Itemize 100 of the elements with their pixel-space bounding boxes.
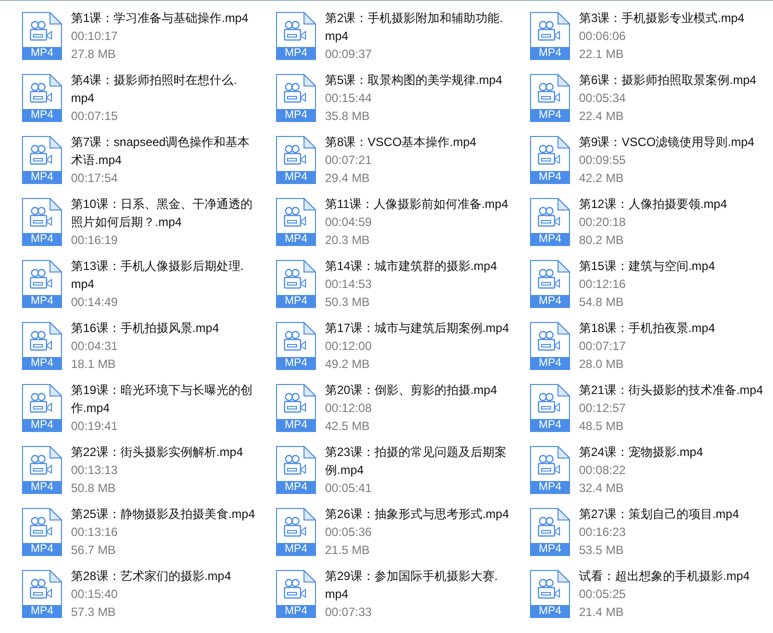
- file-size: 80.2 MB: [579, 232, 624, 249]
- file-name[interactable]: 第4课：摄影师拍照时在想什么. mp4: [71, 71, 238, 107]
- file-name[interactable]: 第25课：静物摄影及拍摄美食.mp4: [71, 505, 256, 523]
- video-file-icon[interactable]: [22, 508, 62, 543]
- file-type-label: MP4: [530, 605, 570, 618]
- file-type-label: MP4: [276, 357, 316, 370]
- file-name[interactable]: 第19课：暗光环境下与长曝光的创 作.mp4: [71, 381, 252, 417]
- file-name[interactable]: 第11课：人像摄影前如何准备.mp4: [325, 195, 508, 213]
- file-type-label: MP4: [22, 481, 62, 494]
- file-name[interactable]: 第7课：snapseed调色操作和基本 术语.mp4: [71, 133, 250, 169]
- file-name[interactable]: 第26课：抽象形式与思考形式.mp4: [325, 505, 510, 523]
- file-name[interactable]: 第8课：VSCO基本操作.mp4: [325, 133, 476, 151]
- file-type-label: MP4: [530, 47, 570, 60]
- video-file-icon[interactable]: [530, 570, 570, 605]
- video-duration: 00:12:57: [579, 400, 626, 417]
- file-size: 29.4 MB: [325, 170, 370, 187]
- file-name[interactable]: 第1课：学习准备与基础操作.mp4: [71, 9, 248, 27]
- video-file-icon[interactable]: [530, 322, 570, 357]
- file-name[interactable]: 第20课：倒影、剪影的拍摄.mp4: [325, 381, 498, 399]
- video-duration: 00:14:49: [71, 294, 118, 311]
- file-name[interactable]: 第21课：街头摄影的技术准备.mp4: [579, 381, 764, 399]
- video-file-icon[interactable]: [530, 260, 570, 295]
- file-name[interactable]: 第29课：参加国际手机摄影大赛. mp4: [325, 567, 498, 603]
- file-name[interactable]: 第10课：日系、黑金、干净通透的 照片如何后期？.mp4: [71, 195, 252, 231]
- video-duration: 00:17:54: [71, 170, 118, 187]
- file-type-label: MP4: [530, 419, 570, 432]
- video-file-icon[interactable]: [276, 322, 316, 357]
- file-size: 28.0 MB: [579, 356, 624, 373]
- file-size: 42.2 MB: [579, 170, 624, 187]
- file-size: 50.8 MB: [71, 480, 116, 497]
- file-name[interactable]: 第22课：街头摄影实例解析.mp4: [71, 443, 244, 461]
- video-file-icon[interactable]: [22, 74, 62, 109]
- video-file-icon[interactable]: [530, 446, 570, 481]
- file-name[interactable]: 第13课：手机人像摄影后期处理. mp4: [71, 257, 244, 293]
- video-file-icon[interactable]: [22, 570, 62, 605]
- file-name[interactable]: 第12课：人像拍摄要领.mp4: [579, 195, 728, 213]
- file-name[interactable]: 第16课：手机拍摄风景.mp4: [71, 319, 220, 337]
- video-file-icon[interactable]: [22, 260, 62, 295]
- video-file-icon[interactable]: [276, 384, 316, 419]
- video-file-icon[interactable]: [530, 384, 570, 419]
- file-type-label: MP4: [530, 357, 570, 370]
- file-size: 49.2 MB: [325, 356, 370, 373]
- file-name[interactable]: 第14课：城市建筑群的摄影.mp4: [325, 257, 498, 275]
- file-size: 21.4 MB: [579, 604, 624, 621]
- video-file-icon[interactable]: [276, 136, 316, 171]
- file-size: 32.4 MB: [579, 480, 624, 497]
- file-type-label: MP4: [276, 295, 316, 308]
- file-size: 22.1 MB: [579, 46, 624, 63]
- file-name[interactable]: 第27课：策划自己的项目.mp4: [579, 505, 740, 523]
- file-type-label: MP4: [276, 47, 316, 60]
- video-file-icon[interactable]: [22, 384, 62, 419]
- video-file-icon[interactable]: [530, 12, 570, 47]
- file-name[interactable]: 第17课：城市与建筑后期案例.mp4: [325, 319, 510, 337]
- file-type-label: MP4: [22, 171, 62, 184]
- file-size: 42.5 MB: [325, 418, 370, 435]
- file-type-label: MP4: [22, 357, 62, 370]
- video-file-icon[interactable]: [530, 74, 570, 109]
- video-file-icon[interactable]: [22, 446, 62, 481]
- video-duration: 00:14:53: [325, 276, 372, 293]
- video-duration: 00:05:25: [579, 586, 626, 603]
- file-name[interactable]: 第3课：手机摄影专业模式.mp4: [579, 9, 744, 27]
- file-type-label: MP4: [530, 481, 570, 494]
- file-name[interactable]: 第18课：手机拍夜景.mp4: [579, 319, 716, 337]
- video-file-icon[interactable]: [276, 12, 316, 47]
- video-file-icon[interactable]: [530, 136, 570, 171]
- file-type-label: MP4: [276, 481, 316, 494]
- video-file-icon[interactable]: [276, 508, 316, 543]
- video-file-icon[interactable]: [276, 570, 316, 605]
- file-type-label: MP4: [530, 109, 570, 122]
- file-name[interactable]: 第9课：VSCO滤镜使用导则.mp4: [579, 133, 754, 151]
- file-name[interactable]: 第2课：手机摄影附加和辅助功能. mp4: [325, 9, 504, 45]
- file-name[interactable]: 第5课：取景构图的美学规律.mp4: [325, 71, 502, 89]
- video-duration: 00:04:59: [325, 214, 372, 231]
- video-duration: 00:07:17: [579, 338, 626, 355]
- file-type-label: MP4: [276, 233, 316, 246]
- video-file-icon[interactable]: [530, 198, 570, 233]
- video-file-icon[interactable]: [22, 198, 62, 233]
- video-file-icon[interactable]: [276, 260, 316, 295]
- file-name[interactable]: 第24课：宠物摄影.mp4: [579, 443, 704, 461]
- video-file-icon[interactable]: [276, 446, 316, 481]
- video-file-icon[interactable]: [530, 508, 570, 543]
- video-duration: 00:15:40: [71, 586, 118, 603]
- file-type-label: MP4: [22, 605, 62, 618]
- video-file-icon[interactable]: [22, 136, 62, 171]
- file-type-label: MP4: [22, 233, 62, 246]
- file-name[interactable]: 第15课：建筑与空间.mp4: [579, 257, 716, 275]
- video-file-icon[interactable]: [22, 12, 62, 47]
- file-type-label: MP4: [276, 171, 316, 184]
- file-name[interactable]: 第28课：艺术家们的摄影.mp4: [71, 567, 232, 585]
- video-file-icon[interactable]: [276, 74, 316, 109]
- video-duration: 00:12:00: [325, 338, 372, 355]
- file-size: 48.5 MB: [579, 418, 624, 435]
- video-file-icon[interactable]: [276, 198, 316, 233]
- file-name[interactable]: 试看：超出想象的手机摄影.mp4: [579, 567, 750, 585]
- file-name[interactable]: 第6课：摄影师拍照取景案例.mp4: [579, 71, 756, 89]
- video-file-icon[interactable]: [22, 322, 62, 357]
- video-duration: 00:08:22: [579, 462, 626, 479]
- file-type-label: MP4: [276, 109, 316, 122]
- video-duration: 00:13:16: [71, 524, 118, 541]
- file-name[interactable]: 第23课：拍摄的常见问题及后期案 例.mp4: [325, 443, 506, 479]
